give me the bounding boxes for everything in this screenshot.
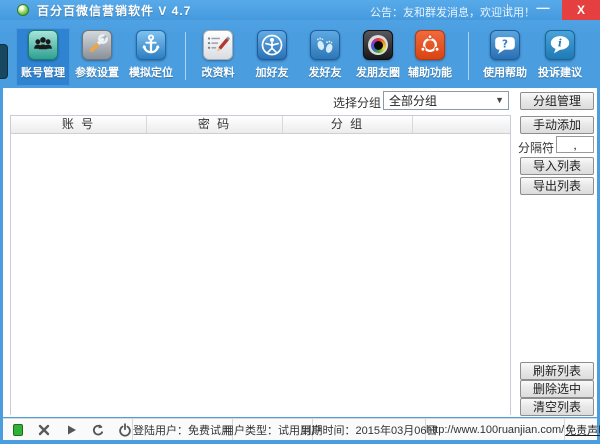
svg-text:i: i (558, 37, 562, 49)
separator-label: 分隔符 (518, 139, 554, 156)
disclaimer-link[interactable]: 免责声明 (565, 419, 600, 440)
group-dropdown-value: 全部分组 (389, 92, 437, 109)
clear-list-button[interactable]: 清空列表 (520, 398, 594, 416)
toolbar-label: 加好友 (256, 64, 289, 80)
toolbar-item-feedback[interactable]: i 投诉建议 (533, 28, 587, 86)
tools-icon[interactable] (37, 423, 51, 437)
window-title: 百分百微信营销软件 V 4.7 (37, 2, 191, 19)
column-header-empty (413, 116, 510, 133)
toolbar-label: 辅助功能 (408, 64, 452, 80)
column-header-password: 密 码 (147, 116, 283, 133)
toolbar-label: 模拟定位 (129, 64, 173, 80)
login-user-status: 登陆用户：免费试用 (133, 419, 233, 440)
toolbar-item-edit-profile[interactable]: 改资料 (191, 28, 245, 86)
statusbar-icons (3, 419, 133, 440)
disclaimer-link-text: 免责声明 (565, 422, 600, 438)
svg-text:?: ? (502, 38, 508, 50)
camera-lens-icon (363, 30, 393, 60)
app-window: 百分百微信营销软件 V 4.7 公告：友和群发消息，欢迎试用！ — X 账号管理 (0, 0, 600, 444)
expire-date-status: 到期时间：2015年03月06日 (313, 419, 426, 440)
play-icon[interactable] (64, 423, 78, 437)
status-green-icon[interactable] (11, 423, 24, 437)
table-body-empty (11, 134, 510, 415)
status-bar: 登陆用户：免费试用 用户类型：试用用户 到期时间：2015年03月06日 htt… (3, 418, 597, 440)
group-dropdown[interactable]: 全部分组 ▼ (383, 91, 509, 110)
announcement-text: 公告：友和群发消息，欢迎试用！ (370, 4, 535, 20)
toolbar-item-moments[interactable]: 发朋友圈 (351, 28, 405, 86)
toolbar-label: 投诉建议 (538, 64, 582, 80)
column-header-group: 分 组 (283, 116, 413, 133)
table-header-row: 账 号 密 码 分 组 (11, 116, 510, 134)
wrench-icon (82, 30, 112, 60)
delete-selected-button[interactable]: 删除选中 (520, 380, 594, 398)
manual-add-button[interactable]: 手动添加 (520, 116, 594, 134)
toolbar-label: 发朋友圈 (356, 64, 400, 80)
export-list-button[interactable]: 导出列表 (520, 177, 594, 195)
account-table: 账 号 密 码 分 组 (10, 115, 511, 415)
toolbar-item-settings[interactable]: 参数设置 (70, 28, 124, 86)
users-icon (28, 30, 58, 60)
toolbar-label: 使用帮助 (483, 64, 527, 80)
separator-input[interactable] (556, 136, 594, 153)
refresh-list-button[interactable]: 刷新列表 (520, 362, 594, 380)
toolbar-label: 参数设置 (75, 64, 119, 80)
close-button[interactable]: X (562, 0, 600, 20)
toolbar-item-add-friend[interactable]: 加好友 (245, 28, 299, 86)
toolbar-label: 发好友 (309, 64, 342, 80)
toolbar-item-send-friend[interactable]: 发好友 (298, 28, 352, 86)
column-header-account: 账 号 (11, 116, 147, 133)
toolbar: 账号管理 参数设置 (0, 20, 600, 86)
toolbar-label: 改资料 (202, 64, 235, 80)
help-bubble-icon: ? (490, 30, 520, 60)
toolbar-item-account-manage[interactable]: 账号管理 (16, 28, 70, 86)
ubuntu-circle-icon (415, 30, 445, 60)
import-list-button[interactable]: 导入列表 (520, 157, 594, 175)
toolbar-label: 账号管理 (21, 64, 65, 80)
info-bubble-icon: i (545, 30, 575, 60)
add-friend-icon (257, 30, 287, 60)
group-manage-button[interactable]: 分组管理 (520, 92, 594, 110)
website-url: http://www.100ruanjian.com/ (426, 419, 565, 440)
content-area: 选择分组： 全部分组 ▼ 分组管理 账 号 密 码 分 组 手动添加 分隔符 导… (3, 88, 597, 417)
app-icon (17, 4, 29, 16)
clipped-edge-icon (0, 44, 8, 79)
toolbar-item-location[interactable]: 模拟定位 (124, 28, 178, 86)
footprints-icon (310, 30, 340, 60)
toolbar-divider (468, 32, 469, 80)
minimize-button[interactable]: — (530, 0, 556, 20)
edit-profile-icon (203, 30, 233, 60)
toolbar-item-assist[interactable]: 辅助功能 (403, 28, 457, 86)
titlebar-divider (507, 4, 508, 16)
title-bar: 百分百微信营销软件 V 4.7 公告：友和群发消息，欢迎试用！ — X (0, 0, 600, 20)
toolbar-item-help[interactable]: ? 使用帮助 (478, 28, 532, 86)
anchor-icon (136, 30, 166, 60)
chevron-down-icon: ▼ (495, 95, 504, 105)
power-icon[interactable] (118, 423, 132, 437)
toolbar-divider (185, 32, 186, 80)
refresh-icon[interactable] (91, 423, 105, 437)
